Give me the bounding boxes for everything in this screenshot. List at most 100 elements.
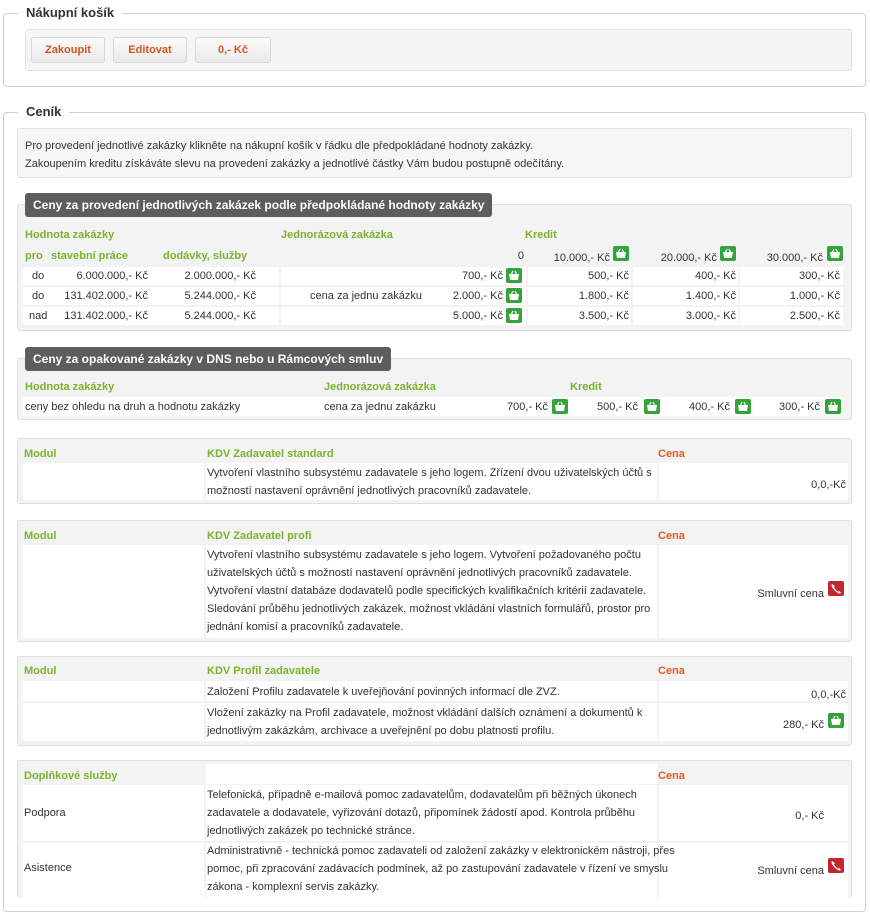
description-line: Vytvoření vlastního subsystému zadavatel… <box>207 549 641 561</box>
assistance-price: Smluvní cena <box>757 865 824 877</box>
h-construction: stavební práce <box>51 250 129 262</box>
row-1-credit-1: 500,- Kč <box>588 270 629 282</box>
module-header: Modul <box>24 530 57 542</box>
description-line: jednání komisí a pracovníků zadavatele. <box>207 621 404 633</box>
module-profile-panel: Modul KDV Profil zadavatele Cena Založen… <box>17 656 852 746</box>
support-price: 0,- Kč <box>795 810 824 822</box>
cart-title: Nákupní košík <box>18 5 123 20</box>
cart-total-button[interactable]: 0,- Kč <box>195 37 271 63</box>
buy-button[interactable]: Zakoupit <box>31 37 105 63</box>
h-value: Hodnota zakázky <box>25 229 115 241</box>
services-header: Doplňkové služby <box>24 770 118 782</box>
phone-icon[interactable] <box>828 858 844 873</box>
h-supplies: dodávky, služby <box>163 250 248 262</box>
row-2-construction: 131.402.000,- Kč <box>64 290 148 302</box>
row-1-supplies: 2.000.000,- Kč <box>184 270 256 282</box>
row-1-pro: do <box>32 270 45 282</box>
row-1-credit-2: 400,- Kč <box>695 270 736 282</box>
description-line: jednotlivým zakázkám, archivace a uveřej… <box>207 725 555 737</box>
profile-row-1-price: 0,0,-Kč <box>811 689 846 701</box>
description-line: Vložení zakázky na Profil zadavatele, mo… <box>207 707 643 719</box>
module-cell <box>23 681 204 701</box>
row-3-credit-2: 3.000,- Kč <box>685 310 736 322</box>
panel-2-title: Ceny za opakované zakázky v DNS nebo u R… <box>25 347 392 371</box>
divider <box>738 267 740 325</box>
basket-icon[interactable] <box>552 399 568 414</box>
edit-button[interactable]: Editovat <box>113 37 187 63</box>
credit-3-label: 30.000,- Kč <box>766 252 823 264</box>
module-description: Vytvoření vlastního subsystému zadavatel… <box>207 546 650 636</box>
module-standard-panel: Modul KDV Zadavatel standard Cena Vytvoř… <box>17 438 852 504</box>
price-header: Cena <box>658 770 685 782</box>
credit-zero: 0 <box>517 250 524 262</box>
basket-icon[interactable] <box>828 713 844 728</box>
description-line: Telefonická, případně e-mailová pomoc za… <box>207 789 637 801</box>
credit-1-label: 10.000,- Kč <box>553 252 610 264</box>
row-2-supplies: 5.244.000,- Kč <box>184 290 256 302</box>
phone-icon[interactable] <box>828 581 844 596</box>
row-2-credit-2: 1.400,- Kč <box>685 290 736 302</box>
basket-icon[interactable] <box>506 308 522 323</box>
row-1-credit-3: 300,- Kč <box>799 270 840 282</box>
repeated-credit-3: 300,- Kč <box>779 401 820 413</box>
row-3-supplies: 5.244.000,- Kč <box>184 310 256 322</box>
row-1-construction: 6.000.000,- Kč <box>76 270 148 282</box>
description-line: Vytvoření vlastní databáze dodavatelů po… <box>207 585 647 597</box>
profile-row-2-description: Vložení zakázky na Profil zadavatele, mo… <box>207 704 642 740</box>
pricelist-info: Pro provedení jednotlivé zakázky kliknět… <box>17 128 852 178</box>
divider <box>631 267 633 325</box>
row-3-construction: 131.402.000,- Kč <box>64 310 148 322</box>
description-line: pomoc, při zpracování zadávacích podmíne… <box>207 863 669 875</box>
module-header: Modul <box>24 448 57 460</box>
repeated-orders-panel: Ceny za opakované zakázky v DNS nebo u R… <box>17 347 852 420</box>
repeated-credit-2: 400,- Kč <box>689 401 730 413</box>
basket-icon[interactable] <box>827 246 843 261</box>
module-cell <box>23 545 204 638</box>
basket-icon[interactable] <box>825 399 841 414</box>
module-cell <box>23 463 204 500</box>
row-1-single: 700,- Kč <box>462 270 503 282</box>
module-cell <box>23 703 204 741</box>
basket-icon[interactable] <box>644 399 660 414</box>
info-line-1: Pro provedení jednotlivé zakázky kliknět… <box>25 140 533 152</box>
h-credit: Kredit <box>570 381 602 393</box>
price-header: Cena <box>658 448 685 460</box>
row-2-single: 2.000,- Kč <box>452 290 503 302</box>
profile-row-2-price: 280,- Kč <box>783 719 824 731</box>
row-2-credit-3: 1.000,- Kč <box>789 290 840 302</box>
divider <box>526 267 528 325</box>
basket-icon[interactable] <box>735 399 751 414</box>
h-value: Hodnota zakázky <box>25 381 115 393</box>
basket-icon[interactable] <box>506 268 522 283</box>
panel-1-title: Ceny za provedení jednotlivých zakázek p… <box>25 193 493 217</box>
description-line: Sledování průběhu jednotlivých zakázek, … <box>207 603 651 615</box>
row-3-single: 5.000,- Kč <box>452 310 503 322</box>
description-line: možností nastavení oprávnění jednotlivýc… <box>207 485 532 497</box>
assistance-description: Administrativně - technická pomoc zadava… <box>207 842 675 896</box>
credit-2-label: 20.000,- Kč <box>660 252 717 264</box>
description-line: zákona - komplexní servis zakázky. <box>207 881 380 893</box>
cart-toolbar: Zakoupit Editovat 0,- Kč <box>25 29 852 71</box>
repeated-single: 700,- Kč <box>507 401 548 413</box>
description-line: Administrativně - technická pomoc zadava… <box>207 845 675 857</box>
module-name: KDV Zadavatel profi <box>207 530 312 542</box>
h-credit: Kredit <box>525 229 557 241</box>
description-line: uživatelských účtů s možností nastavení … <box>207 567 632 579</box>
module-price: 0,0,-Kč <box>811 479 846 491</box>
basket-icon[interactable] <box>613 246 629 261</box>
module-header: Modul <box>24 665 57 677</box>
price-header: Cena <box>658 530 685 542</box>
info-line-2: Zakoupením kreditu získáváte slevu na pr… <box>25 158 565 170</box>
header-spacer <box>206 764 657 784</box>
row-2-credit-1: 1.800,- Kč <box>578 290 629 302</box>
h-single: Jednorázová zakázka <box>281 229 393 241</box>
basket-icon[interactable] <box>506 288 522 303</box>
module-price: Smluvní cena <box>757 588 824 600</box>
row-3-credit-3: 2.500,- Kč <box>789 310 840 322</box>
description-line: Vytvoření vlastního subsystému zadavatel… <box>207 467 652 479</box>
repeated-credit-1: 500,- Kč <box>597 401 638 413</box>
single-note: cena za jednu zakázku <box>310 290 422 302</box>
module-name: KDV Zadavatel standard <box>207 448 334 460</box>
basket-icon[interactable] <box>720 246 736 261</box>
assistance-label: Asistence <box>24 862 72 874</box>
